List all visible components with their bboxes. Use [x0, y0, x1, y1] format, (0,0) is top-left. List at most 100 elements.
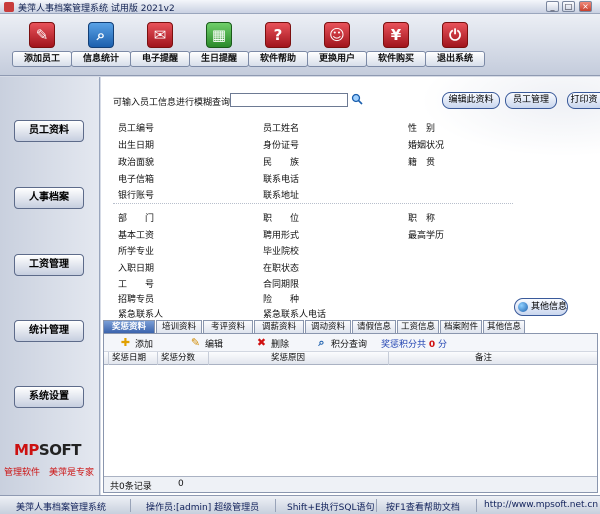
switch-user-button[interactable]: ☺ 更换用户 [307, 20, 367, 70]
reminder-button[interactable]: ✉ 电子提醒 [130, 20, 190, 70]
score-query-button[interactable]: ⌕ 积分查询 [316, 337, 367, 350]
edit-record-button[interactable]: 编辑此资料 [442, 92, 500, 109]
col-reward-score[interactable]: 奖惩分数 [158, 352, 209, 365]
help-button[interactable]: ? 软件帮助 [248, 20, 308, 70]
decorative-background [420, 77, 600, 157]
help-icon: ? [265, 22, 291, 48]
field-work-number: 工 号 [118, 280, 155, 290]
col-reward-date[interactable]: 奖惩日期 [109, 352, 158, 365]
birthday-reminder-button[interactable]: ▦ 生日提醒 [189, 20, 249, 70]
birthday-calendar-icon: ▦ [206, 22, 232, 48]
edit-record-tab-button[interactable]: ✎ 编辑 [190, 337, 223, 350]
search-label: 可输入员工信息进行模糊查询 [113, 98, 231, 108]
search-icon[interactable] [351, 93, 363, 105]
footer-sum: 0 [178, 479, 184, 489]
field-native-place: 籍 贯 [408, 158, 436, 168]
search-input[interactable] [230, 93, 348, 107]
exit-button[interactable]: ⏻ 退出系统 [425, 20, 485, 70]
col-remark[interactable]: 备注 [389, 352, 597, 365]
add-employee-button[interactable]: ✎ 添加员工 [12, 20, 72, 70]
section-divider [113, 203, 513, 204]
sidebar-item-employee-info[interactable]: 员工资料 [14, 120, 84, 142]
grid-footer: 共0条记录 0 [104, 476, 597, 492]
tab-salary-info[interactable]: 工资信息 [397, 320, 439, 333]
reminder-label: 电子提醒 [130, 51, 190, 67]
field-employment-status: 在职状态 [263, 264, 300, 274]
employee-management-button[interactable]: 员工管理 [505, 92, 557, 109]
field-employee-name: 员工姓名 [263, 124, 300, 134]
tab-rewards[interactable]: 奖惩资料 [103, 320, 155, 333]
status-separator [376, 499, 377, 512]
score-total: 奖惩积分共 0 分 [381, 340, 448, 350]
field-bank-account: 银行账号 [118, 191, 155, 201]
birthday-reminder-label: 生日提醒 [189, 51, 249, 67]
tab-other-info[interactable]: 其他信息 [483, 320, 525, 333]
status-url[interactable]: http://www.mpsoft.net.cn [484, 500, 598, 510]
field-id-number: 身份证号 [263, 141, 300, 151]
tab-attachments[interactable]: 档案附件 [440, 320, 482, 333]
field-school: 毕业院校 [263, 247, 300, 257]
purchase-button[interactable]: ¥ 软件购买 [366, 20, 426, 70]
add-record-button[interactable]: ✚ 添加 [120, 337, 153, 350]
field-phone: 联系电话 [263, 175, 300, 185]
exit-label: 退出系统 [425, 51, 485, 67]
field-major: 所学专业 [118, 247, 155, 257]
slogan: 管理软件 美萍是专家 [4, 468, 95, 478]
purchase-icon: ¥ [383, 22, 409, 48]
field-base-salary: 基本工资 [118, 231, 155, 241]
reminder-icon: ✉ [147, 22, 173, 48]
field-position: 职 位 [263, 214, 300, 224]
tab-evaluation[interactable]: 考评资料 [203, 320, 253, 333]
field-employee-id: 员工编号 [118, 124, 155, 134]
switch-user-label: 更换用户 [307, 51, 367, 67]
tab-action-bar: ✚ 添加 ✎ 编辑 ✖ 删除 ⌕ 积分查询 奖惩积分共 0 分 [104, 334, 597, 352]
field-emergency-contact: 紧急联系人 [118, 310, 164, 320]
status-sql-hint: Shift+E执行SQL语句 [287, 503, 375, 513]
other-info-label: 其他信息 [531, 302, 568, 312]
status-help-hint: 按F1查看帮助文档 [386, 503, 460, 513]
grid-header: 奖惩日期 奖惩分数 奖惩原因 备注 [104, 352, 597, 365]
maximize-button[interactable]: □ [562, 1, 575, 12]
field-gender: 性 别 [408, 124, 436, 134]
grid-body[interactable] [104, 366, 597, 476]
plus-icon: ✚ [120, 336, 131, 349]
status-app-name: 美萍人事档案管理系统 [16, 503, 107, 513]
field-political-status: 政治面貌 [118, 158, 155, 168]
print-button[interactable]: 打印资 [567, 92, 600, 109]
sidebar-item-statistics[interactable]: 统计管理 [14, 320, 84, 342]
field-ethnicity: 民 族 [263, 158, 300, 168]
app-icon [4, 2, 14, 12]
switch-user-icon: ☺ [324, 22, 350, 48]
add-employee-icon: ✎ [29, 22, 55, 48]
field-email: 电子信箱 [118, 175, 155, 185]
status-separator [476, 499, 477, 512]
sidebar-item-hr-archive[interactable]: 人事档案 [14, 187, 84, 209]
field-birth-date: 出生日期 [118, 141, 155, 151]
tab-training[interactable]: 培训资料 [156, 320, 202, 333]
delete-record-button[interactable]: ✖ 删除 [256, 337, 289, 350]
main-toolbar: ✎ 添加员工 ⌕ 信息统计 ✉ 电子提醒 ▦ 生日提醒 ? 软件帮助 ☺ 更换用… [0, 14, 600, 76]
close-button[interactable]: × [579, 1, 592, 12]
status-separator [275, 499, 276, 512]
info-icon [518, 302, 528, 312]
help-label: 软件帮助 [248, 51, 308, 67]
other-info-button[interactable]: 其他信息 [514, 298, 568, 316]
field-employment-type: 聘用形式 [263, 231, 300, 241]
pencil-icon: ✎ [190, 336, 201, 349]
search-icon: ⌕ [318, 336, 325, 349]
window-title: 美萍人事档案管理系统 试用版 2021v2 [18, 4, 175, 14]
field-marital-status: 婚姻状况 [408, 141, 445, 151]
status-bar: 美萍人事档案管理系统 操作员:[admin] 超级管理员 Shift+E执行SQ… [0, 495, 600, 514]
minimize-button[interactable]: _ [546, 1, 559, 12]
tab-transfer[interactable]: 调动资料 [305, 320, 351, 333]
tab-leave[interactable]: 请假信息 [352, 320, 396, 333]
sidebar-item-salary[interactable]: 工资管理 [14, 254, 84, 276]
status-operator: 操作员:[admin] 超级管理员 [146, 503, 260, 513]
field-emergency-phone: 紧急联系人电话 [263, 310, 327, 320]
statistics-button[interactable]: ⌕ 信息统计 [71, 20, 131, 70]
tab-panel: ✚ 添加 ✎ 编辑 ✖ 删除 ⌕ 积分查询 奖惩积分共 0 分 奖惩日期 奖惩分数 奖惩… [103, 333, 598, 493]
tab-salary-adjust[interactable]: 调薪资料 [254, 320, 304, 333]
record-count: 共0条记录 [110, 482, 152, 492]
col-reward-reason[interactable]: 奖惩原因 [209, 352, 389, 365]
sidebar-item-settings[interactable]: 系统设置 [14, 386, 84, 408]
